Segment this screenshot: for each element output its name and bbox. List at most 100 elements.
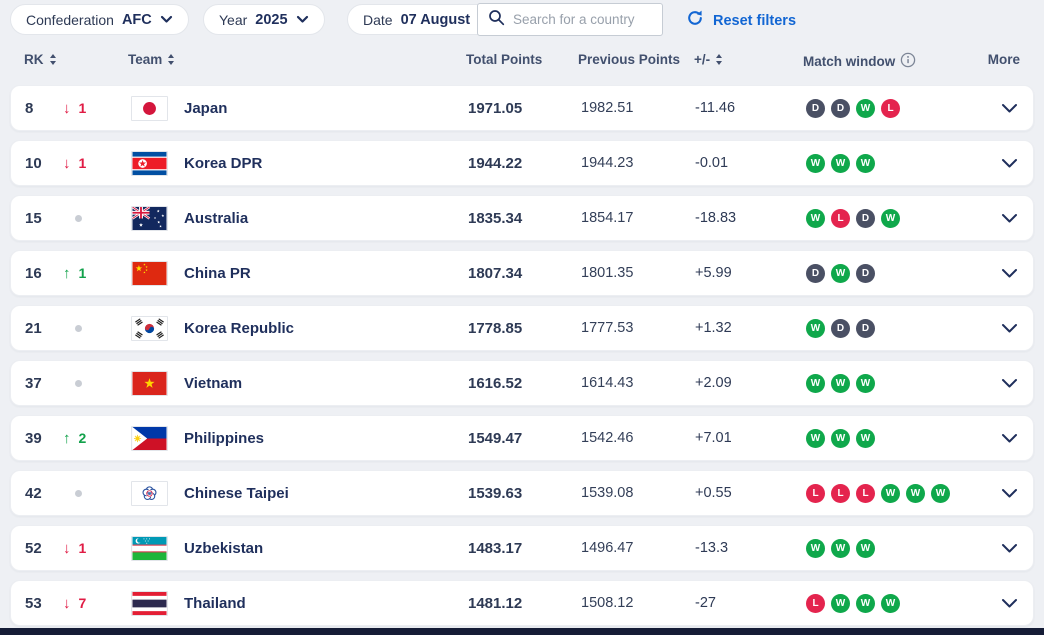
reset-filters-button[interactable]: Reset filters [686, 9, 796, 32]
points-change-value: -27 [695, 595, 716, 611]
team-name: Philippines [184, 429, 265, 447]
points-change-value: -13.3 [695, 540, 729, 556]
result-badge-w: W [806, 373, 825, 393]
team-flag-thailand [131, 581, 168, 625]
table-row[interactable]: 8 ↓ 1 Japan 1971.05 1982.51 -11.46 D D W L [10, 85, 1034, 131]
rank-movement: ↓ 7 [63, 581, 86, 625]
year-filter-value: 2025 [255, 11, 288, 28]
expand-row-button[interactable] [993, 471, 1025, 515]
result-badge-d: D [856, 208, 875, 228]
expand-row-button[interactable] [993, 361, 1025, 405]
result-badge-w: W [806, 318, 825, 338]
expand-row-button[interactable] [993, 416, 1025, 460]
match-window-results: DDWL [806, 86, 900, 130]
country-search [477, 3, 663, 36]
team-flag-korea-republic [131, 306, 168, 350]
table-row[interactable]: 21 Korea Republic 1778.85 1777.53 +1.32 W D D [10, 305, 1034, 351]
result-badge-w: W [831, 263, 850, 283]
result-badge-w: W [831, 153, 850, 173]
confederation-filter[interactable]: Confederation AFC [10, 4, 189, 35]
total-points-value: 1549.47 [468, 429, 523, 447]
header-match-window: Match window [803, 52, 916, 71]
rankings-page: Confederation AFC Year 2025 Date 07 Augu… [0, 0, 1044, 635]
result-badge-w: W [856, 153, 875, 173]
result-badge-w: W [856, 428, 875, 448]
date-filter-value: 07 August [400, 11, 471, 28]
refresh-icon [686, 9, 704, 32]
rank-value: 53 [25, 594, 42, 612]
previous-points-value: 1801.35 [581, 265, 634, 281]
total-points-value: 1971.05 [468, 99, 523, 117]
info-icon[interactable] [900, 52, 916, 71]
expand-row-button[interactable] [993, 306, 1025, 350]
sort-icon [167, 53, 175, 66]
points-change-value: +0.55 [695, 485, 732, 501]
footer-edge [0, 628, 1044, 635]
confederation-filter-value: AFC [121, 11, 152, 28]
result-badge-d: D [856, 263, 875, 283]
team-flag-philippines [131, 416, 168, 460]
team-name: Vietnam [184, 374, 243, 392]
team-flag-australia [131, 196, 168, 240]
expand-row-button[interactable] [993, 251, 1025, 295]
result-badge-d: D [831, 98, 850, 118]
team-flag-korea-dpr [131, 141, 168, 185]
result-badge-w: W [831, 428, 850, 448]
header-team[interactable]: Team [128, 52, 175, 67]
search-input[interactable] [513, 12, 652, 27]
total-points-value: 1481.12 [468, 594, 523, 612]
rank-value: 16 [25, 264, 42, 282]
expand-row-button[interactable] [993, 86, 1025, 130]
table-row[interactable]: 15 Australia 1835.34 1854.17 -18.83 W L D W [10, 195, 1034, 241]
total-points-value: 1778.85 [468, 319, 523, 337]
header-plus-minus[interactable]: +/- [694, 52, 723, 67]
match-window-results: LWWW [806, 581, 900, 625]
result-badge-l: L [856, 483, 875, 503]
result-badge-w: W [806, 153, 825, 173]
header-rank[interactable]: RK [24, 52, 57, 67]
rank-value: 15 [25, 209, 42, 227]
sort-icon [49, 53, 57, 66]
total-points-value: 1944.22 [468, 154, 523, 172]
result-badge-w: W [831, 593, 850, 613]
expand-row-button[interactable] [993, 581, 1025, 625]
team-name: Korea DPR [184, 154, 263, 172]
match-window-results: WWW [806, 416, 875, 460]
points-change-value: +1.32 [695, 320, 732, 336]
result-badge-d: D [806, 263, 825, 283]
team-name: Japan [184, 99, 228, 117]
result-badge-l: L [881, 98, 900, 118]
previous-points-value: 1854.17 [581, 210, 634, 226]
expand-row-button[interactable] [993, 526, 1025, 570]
team-name: Uzbekistan [184, 539, 264, 557]
result-badge-w: W [806, 538, 825, 558]
rank-down-icon: ↓ [63, 539, 71, 557]
rank-value: 42 [25, 484, 42, 502]
table-row[interactable]: 39 ↑ 2 Philippines 1549.47 1542.46 +7.01 W W W [10, 415, 1034, 461]
expand-row-button[interactable] [993, 141, 1025, 185]
table-row[interactable]: 16 ↑ 1 China PR 1807.34 1801.35 +5.99 D W D [10, 250, 1034, 296]
rank-unchanged-dot [75, 380, 82, 387]
previous-points-value: 1777.53 [581, 320, 634, 336]
table-row[interactable]: 42 Chinese Taipei 1539.63 1539.08 +0.55 L L L W W… [10, 470, 1034, 516]
result-badge-d: D [806, 98, 825, 118]
total-points-value: 1616.52 [468, 374, 523, 392]
rank-value: 8 [25, 99, 34, 117]
result-badge-w: W [931, 483, 950, 503]
rank-movement-value: 7 [78, 595, 87, 611]
rank-movement-value: 2 [78, 430, 87, 446]
table-row[interactable]: 37 Vietnam 1616.52 1614.43 +2.09 W W W [10, 360, 1034, 406]
table-row[interactable]: 10 ↓ 1 Korea DPR 1944.22 1944.23 -0.01 W W W [10, 140, 1034, 186]
header-total-points: Total Points [466, 52, 543, 67]
sort-icon [715, 53, 723, 66]
table-row[interactable]: 53 ↓ 7 Thailand 1481.12 1508.12 -27 L W W W [10, 580, 1034, 626]
expand-row-button[interactable] [993, 196, 1025, 240]
rank-movement: ↓ 1 [63, 86, 86, 130]
rank-value: 10 [25, 154, 42, 172]
table-row[interactable]: 52 ↓ 1 Uzbekistan 1483.17 1496.47 -13.3 W W W [10, 525, 1034, 571]
result-badge-w: W [806, 208, 825, 228]
result-badge-l: L [806, 483, 825, 503]
year-filter[interactable]: Year 2025 [203, 4, 325, 35]
previous-points-value: 1542.46 [581, 430, 634, 446]
reset-filters-label: Reset filters [713, 12, 797, 29]
